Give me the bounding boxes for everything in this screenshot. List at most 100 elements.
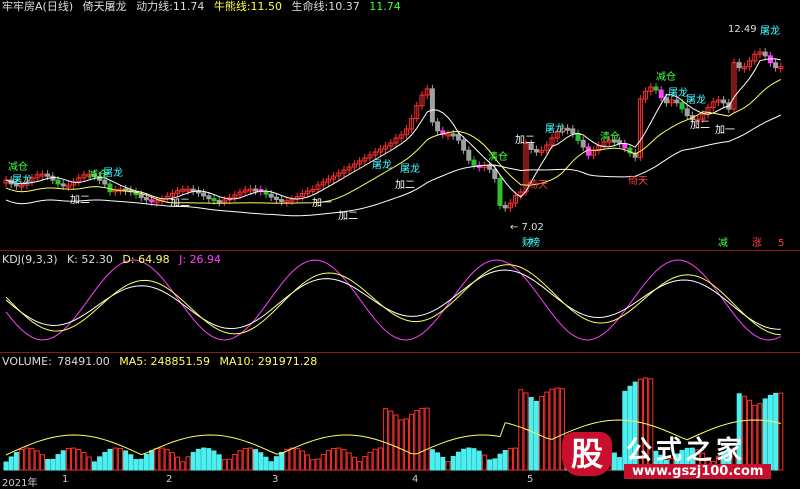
volume-bar bbox=[492, 458, 498, 471]
candle bbox=[565, 127, 571, 131]
volume-bar bbox=[315, 458, 321, 471]
candle bbox=[580, 139, 586, 148]
signal-label: 屠龙 bbox=[12, 173, 32, 186]
candle bbox=[138, 194, 144, 199]
volume-bar bbox=[445, 461, 451, 471]
signal-label: 加一 bbox=[715, 124, 735, 136]
ma-line-slow bbox=[5, 114, 782, 217]
volume-bar bbox=[29, 448, 35, 471]
event-marker: 涨 bbox=[752, 237, 762, 249]
chart-canvas[interactable]: 减仓屠龙加二减仓屠龙加二 加一加二屠龙加二屠龙清仓倚天加二屠龙清仓倚天减仓屠龙加二… bbox=[0, 0, 800, 487]
volume-bar bbox=[247, 447, 253, 471]
volume-bar bbox=[263, 456, 269, 471]
candle bbox=[721, 99, 727, 104]
volume-bar bbox=[461, 448, 467, 471]
volume-bar bbox=[117, 448, 123, 471]
candle bbox=[684, 108, 690, 117]
volume-bar bbox=[195, 448, 201, 471]
volume-bar bbox=[528, 396, 534, 471]
candle bbox=[487, 164, 493, 170]
volume-bar bbox=[154, 447, 160, 471]
candle bbox=[622, 143, 628, 149]
signal-label: 屠龙 bbox=[372, 158, 392, 171]
volume-bar bbox=[325, 450, 331, 471]
signal-label: 加二 bbox=[690, 119, 710, 131]
volume-bar bbox=[201, 447, 207, 471]
kdj-j: 26.94 bbox=[189, 253, 222, 266]
volume-bar bbox=[175, 456, 181, 471]
volume-bar bbox=[414, 410, 420, 471]
candle bbox=[497, 178, 503, 206]
volume-bar bbox=[24, 447, 30, 471]
candle bbox=[268, 193, 274, 198]
volume-bar bbox=[123, 450, 129, 471]
volume-bar bbox=[320, 453, 326, 471]
volume-value: 78491.00 bbox=[57, 355, 110, 368]
volume-ma5: 248851.59 bbox=[150, 355, 211, 368]
candle bbox=[190, 188, 196, 192]
x-tick: 3 bbox=[272, 474, 279, 485]
volume-bar bbox=[97, 456, 103, 471]
volume-bar bbox=[232, 453, 238, 471]
volume-bar bbox=[206, 448, 212, 471]
volume-bar bbox=[34, 450, 40, 471]
volume-bar bbox=[513, 447, 519, 471]
volume-bar bbox=[289, 447, 295, 471]
volume-bar bbox=[221, 459, 227, 471]
candle bbox=[736, 62, 742, 69]
candle bbox=[216, 199, 222, 203]
candle bbox=[206, 195, 212, 200]
volume-name[interactable]: VOLUME: bbox=[2, 355, 52, 368]
candle bbox=[429, 88, 435, 123]
volume-bar bbox=[169, 452, 175, 471]
volume-bar bbox=[549, 388, 555, 471]
candle bbox=[60, 183, 66, 187]
candle bbox=[674, 99, 680, 104]
logo-badge: 股 bbox=[562, 432, 612, 476]
x-tick: 2 bbox=[166, 474, 173, 485]
volume-bar bbox=[471, 448, 477, 471]
volume-bar bbox=[242, 447, 248, 471]
event-marker: 减 bbox=[718, 237, 728, 249]
kdj-j-line bbox=[5, 259, 782, 341]
signal-label: 清仓 bbox=[488, 150, 508, 163]
x-tick: 5 bbox=[527, 474, 534, 485]
candle bbox=[201, 192, 207, 197]
volume-bar bbox=[507, 447, 513, 471]
candle bbox=[55, 179, 61, 185]
signal-label: 屠龙 bbox=[400, 162, 420, 175]
volume-bar bbox=[143, 454, 149, 471]
volume-ma10: 291971.28 bbox=[257, 355, 318, 368]
volume-bar bbox=[367, 451, 373, 471]
volume-bar bbox=[440, 456, 446, 471]
volume-bar bbox=[60, 450, 66, 471]
panel-divider bbox=[0, 250, 800, 251]
volume-bar bbox=[336, 447, 342, 471]
volume-bar bbox=[424, 407, 430, 471]
volume-bar bbox=[435, 452, 441, 471]
candle bbox=[533, 148, 539, 153]
candle bbox=[143, 197, 149, 201]
x-tick: 4 bbox=[412, 474, 419, 485]
candle bbox=[107, 183, 113, 193]
volume-bar bbox=[279, 451, 285, 471]
volume-bar bbox=[455, 451, 461, 471]
volume-bar bbox=[76, 449, 82, 471]
kdj-name[interactable]: KDJ(9,3,3) bbox=[2, 253, 58, 266]
volume-bar bbox=[393, 414, 399, 471]
kdj-d-line bbox=[5, 264, 781, 336]
event-marker: 5 bbox=[778, 238, 784, 249]
signal-label: 加二 bbox=[170, 197, 190, 209]
signal-label: 减仓 bbox=[8, 160, 28, 173]
candle bbox=[653, 86, 659, 91]
volume-bar bbox=[81, 452, 87, 471]
signal-label: 减仓 bbox=[656, 70, 676, 83]
volume-bar bbox=[409, 413, 415, 471]
signal-label: 清仓 bbox=[600, 130, 620, 143]
volume-bar bbox=[299, 450, 305, 471]
candle bbox=[253, 188, 259, 192]
volume-bar bbox=[533, 400, 539, 471]
volume-bar bbox=[346, 452, 352, 471]
volume-bar bbox=[91, 461, 97, 471]
volume-bar bbox=[502, 450, 508, 471]
